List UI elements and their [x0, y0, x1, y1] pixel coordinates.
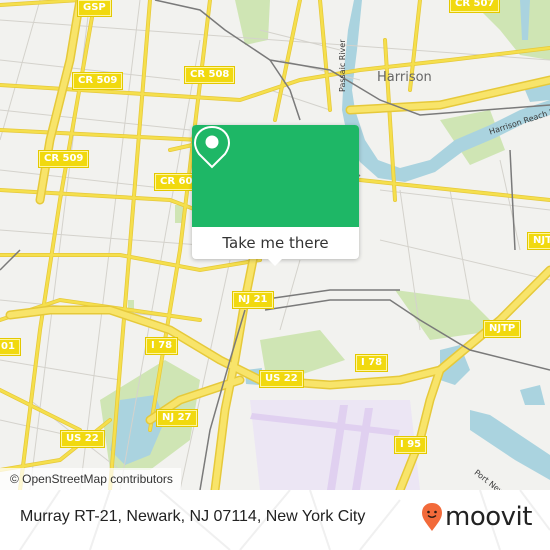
- road-shield-njtp-north: NJTP: [528, 233, 550, 249]
- road-shield-njtp-east: NJTP: [484, 321, 521, 337]
- road-shield-cr-508: CR 508: [185, 67, 235, 83]
- road-shield-i-95: I 95: [395, 437, 427, 453]
- map-view[interactable]: Harrison Passaic River Harrison Reach R …: [0, 0, 550, 490]
- road-shield-cr-603: CR 603: [155, 174, 195, 190]
- road-shield-nj-21: NJ 21: [233, 292, 273, 308]
- water-label-passaic-river: Passaic River: [338, 39, 347, 93]
- road-shield-cr-509-south: CR 509: [39, 151, 89, 167]
- road-shield-i-78-west: I 78: [146, 338, 178, 354]
- footer-bar: Murray RT-21, Newark, NJ 07114, New York…: [0, 490, 550, 550]
- place-label-harrison: Harrison: [377, 70, 432, 85]
- popup-pointer: [267, 258, 283, 266]
- moovit-wordmark: moovit: [445, 502, 532, 532]
- popup-header: [192, 125, 359, 227]
- road-shield-i-78-east: I 78: [356, 355, 388, 371]
- road-shield-cr-507: CR 507: [450, 0, 500, 12]
- road-shield-cr-509-north: CR 509: [73, 73, 123, 89]
- road-shield-route-1: 01: [0, 339, 20, 355]
- road-shield-gsp: GSP: [78, 0, 111, 16]
- road-shield-us-22-center: US 22: [260, 371, 303, 387]
- road-shield-nj-27: NJ 27: [157, 410, 197, 426]
- map-attribution[interactable]: © OpenStreetMap contributors: [0, 468, 181, 490]
- take-me-there-button[interactable]: Take me there: [192, 227, 359, 259]
- take-me-there-popup[interactable]: Take me there: [192, 125, 359, 266]
- road-shield-us-22-west: US 22: [61, 431, 104, 447]
- moovit-pin-icon: [422, 503, 442, 531]
- map-pin-icon: [193, 125, 231, 169]
- address-text: Murray RT-21, Newark, NJ 07114, New York…: [20, 508, 366, 525]
- moovit-logo[interactable]: moovit: [421, 502, 532, 532]
